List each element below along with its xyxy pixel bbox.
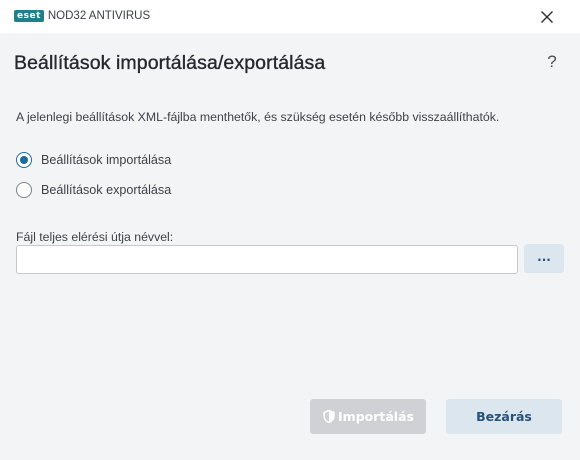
- path-field-label: Fájl teljes elérési útja névvel:: [16, 230, 174, 244]
- dialog-title: Beállítások importálása/exportálása: [14, 52, 326, 74]
- radio-import-option[interactable]: Beállítások importálása: [16, 152, 171, 168]
- shield-icon: [322, 409, 336, 424]
- window-close-button[interactable]: [532, 3, 562, 31]
- radio-button-unchecked[interactable]: [16, 182, 32, 198]
- import-button[interactable]: Importálás: [310, 399, 426, 434]
- logo-badge: eset: [14, 10, 44, 22]
- close-icon: [541, 11, 553, 23]
- browse-button[interactable]: ...: [524, 244, 564, 273]
- help-button[interactable]: ?: [543, 52, 561, 72]
- file-path-input[interactable]: [16, 245, 518, 274]
- close-button[interactable]: Bezárás: [446, 399, 562, 434]
- radio-import-label: Beállítások importálása: [41, 153, 172, 167]
- radio-export-option[interactable]: Beállítások exportálása: [16, 182, 171, 198]
- product-name: NOD32 ANTIVIRUS: [47, 10, 151, 22]
- radio-button-checked[interactable]: [16, 152, 32, 168]
- import-button-label: Importálás: [338, 409, 414, 424]
- radio-export-label: Beállítások exportálása: [41, 183, 172, 197]
- description-text: A jelenlegi beállítások XML-fájlba menth…: [16, 110, 500, 124]
- eset-logo: eset NOD32 ANTIVIRUS: [14, 10, 150, 22]
- title-bar: eset NOD32 ANTIVIRUS: [0, 0, 580, 33]
